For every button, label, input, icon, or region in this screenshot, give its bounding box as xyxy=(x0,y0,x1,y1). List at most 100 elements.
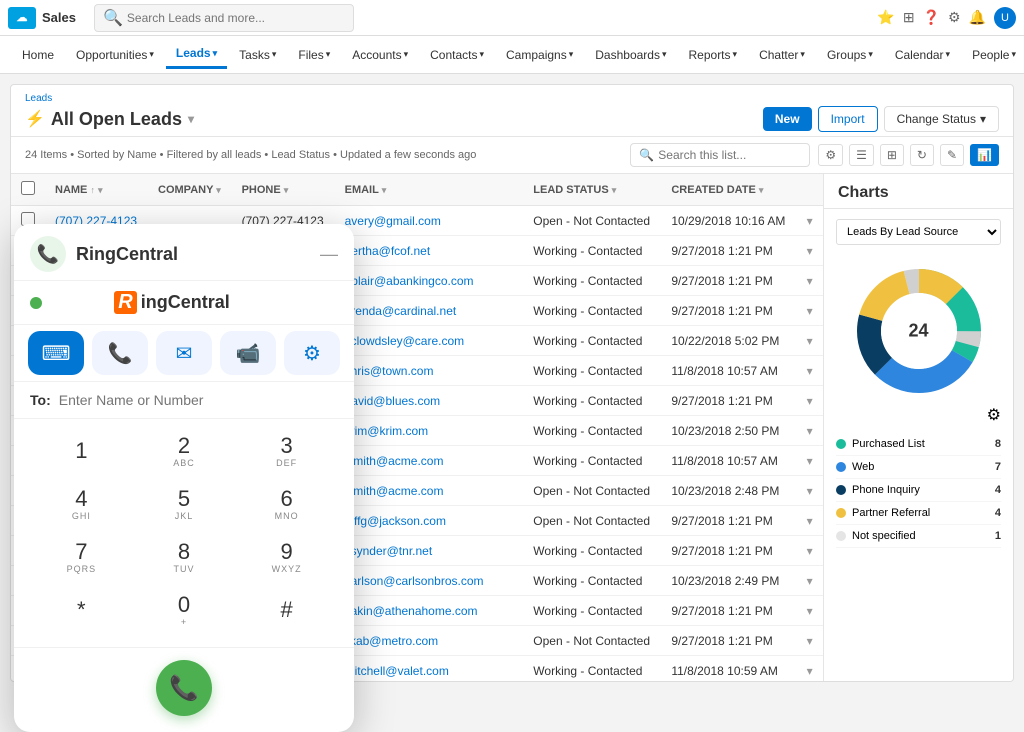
table-view-btn[interactable]: ☰ xyxy=(849,144,874,166)
rc-call-button[interactable]: 📞 xyxy=(92,331,148,375)
lead-email-link[interactable]: jsmith@acme.com xyxy=(345,484,444,498)
dialpad-key[interactable]: 3 DEF xyxy=(235,425,338,478)
dialpad-key[interactable]: 7 PQRS xyxy=(30,531,133,584)
nav-reports[interactable]: Reports ▾ xyxy=(679,42,748,68)
lead-email-link[interactable]: david@blues.com xyxy=(345,394,441,408)
nav-home[interactable]: Home xyxy=(12,42,64,68)
dialpad-key[interactable]: * xyxy=(30,584,133,637)
avatar[interactable]: U xyxy=(994,7,1016,29)
help-icon[interactable]: ❓ xyxy=(923,9,940,26)
nav-campaigns[interactable]: Campaigns ▾ xyxy=(496,42,583,68)
chart-settings[interactable]: ⚙ xyxy=(836,405,1001,425)
row-menu[interactable]: ▾ xyxy=(797,206,823,236)
rc-dialpad-button[interactable]: ⌨ xyxy=(28,331,84,375)
settings-icon[interactable]: ⚙ xyxy=(987,407,1001,424)
col-email[interactable]: EMAIL ▾ xyxy=(335,174,524,206)
chart-legend: Purchased List 8 Web 7 Phone Inquiry 4 P… xyxy=(836,433,1001,548)
chart-btn[interactable]: 📊 xyxy=(970,144,999,166)
row-menu[interactable]: ▾ xyxy=(797,506,823,536)
rc-to-input[interactable] xyxy=(59,392,338,408)
nav-opportunities[interactable]: Opportunities ▾ xyxy=(66,42,164,68)
lead-email-link[interactable]: carlson@carlsonbros.com xyxy=(345,574,484,588)
lead-email-link[interactable]: avery@gmail.com xyxy=(345,214,441,228)
nav-files[interactable]: Files ▾ xyxy=(288,42,340,68)
list-search-input[interactable] xyxy=(658,148,801,162)
nav-groups[interactable]: Groups ▾ xyxy=(817,42,883,68)
row-menu[interactable]: ▾ xyxy=(797,266,823,296)
lead-email-link[interactable]: mitchell@valet.com xyxy=(345,664,449,678)
lead-email-link[interactable]: jeffg@jackson.com xyxy=(345,514,446,528)
nav-tasks[interactable]: Tasks ▾ xyxy=(229,42,286,68)
nav-chatter[interactable]: Chatter ▾ xyxy=(749,42,815,68)
nav-people[interactable]: People ▾ xyxy=(962,42,1024,68)
dialpad-key[interactable]: 5 JKL xyxy=(133,478,236,531)
search-input[interactable] xyxy=(127,11,345,25)
global-search[interactable]: 🔍 xyxy=(94,4,354,32)
lead-email-link[interactable]: likab@metro.com xyxy=(345,634,439,648)
dialpad-key[interactable]: 6 MNO xyxy=(235,478,338,531)
rc-minimize-button[interactable]: — xyxy=(320,244,338,265)
row-menu[interactable]: ▾ xyxy=(797,596,823,626)
lead-email-link[interactable]: kakin@athenahome.com xyxy=(345,604,478,618)
dialpad-key[interactable]: 0 + xyxy=(133,584,236,637)
nav-accounts[interactable]: Accounts ▾ xyxy=(342,42,418,68)
title-dropdown-icon[interactable]: ▾ xyxy=(188,112,194,126)
col-name[interactable]: NAME ↑ ▾ xyxy=(45,174,148,206)
row-status: Working - Contacted xyxy=(523,446,661,476)
row-menu[interactable]: ▾ xyxy=(797,446,823,476)
row-menu[interactable]: ▾ xyxy=(797,536,823,566)
kanban-view-btn[interactable]: ⊞ xyxy=(880,144,904,166)
lead-email-link[interactable]: jsmith@acme.com xyxy=(345,454,444,468)
list-search[interactable]: 🔍 xyxy=(630,143,810,167)
lead-email-link[interactable]: ksynder@tnr.net xyxy=(345,544,433,558)
lead-email-link[interactable]: bblair@abankingco.com xyxy=(345,274,474,288)
select-all-checkbox[interactable] xyxy=(21,181,35,195)
row-menu[interactable]: ▾ xyxy=(797,386,823,416)
nav-contacts[interactable]: Contacts ▾ xyxy=(420,42,494,68)
star-icon[interactable]: ⭐ xyxy=(877,9,894,26)
row-menu[interactable]: ▾ xyxy=(797,656,823,682)
nav-calendar[interactable]: Calendar ▾ xyxy=(885,42,960,68)
lead-email-link[interactable]: krim@krim.com xyxy=(345,424,429,438)
change-status-button[interactable]: Change Status ▾ xyxy=(884,106,999,132)
grid-icon[interactable]: ⊞ xyxy=(903,9,915,26)
bell-icon[interactable]: 🔔 xyxy=(969,9,986,26)
nav-dashboards[interactable]: Dashboards ▾ xyxy=(585,42,676,68)
refresh-btn[interactable]: ↻ xyxy=(910,144,934,166)
row-menu[interactable]: ▾ xyxy=(797,416,823,446)
col-company[interactable]: COMPANY ▾ xyxy=(148,174,232,206)
chart-type-select[interactable]: Leads By Lead Source xyxy=(836,219,1001,245)
row-menu[interactable]: ▾ xyxy=(797,476,823,506)
dialpad-key[interactable]: 8 TUV xyxy=(133,531,236,584)
lead-email-link[interactable]: cclowdsley@care.com xyxy=(345,334,465,348)
import-button[interactable]: Import xyxy=(818,106,878,132)
new-button[interactable]: New xyxy=(763,107,812,131)
row-menu[interactable]: ▾ xyxy=(797,566,823,596)
dialpad-key[interactable]: 4 GHI xyxy=(30,478,133,531)
row-menu[interactable]: ▾ xyxy=(797,326,823,356)
col-lead-status[interactable]: LEAD STATUS ▾ xyxy=(523,174,661,206)
row-menu[interactable]: ▾ xyxy=(797,356,823,386)
rc-settings-button[interactable]: ⚙ xyxy=(284,331,340,375)
dialpad-key[interactable]: 9 WXYZ xyxy=(235,531,338,584)
rc-video-button[interactable]: 📹 xyxy=(220,331,276,375)
nav-leads[interactable]: Leads ▾ xyxy=(166,40,227,69)
edit-btn[interactable]: ✎ xyxy=(940,144,964,166)
rc-green-call-button[interactable]: 📞 xyxy=(156,660,212,716)
dialpad-key[interactable]: 2 ABC xyxy=(133,425,236,478)
row-menu[interactable]: ▾ xyxy=(797,626,823,656)
lead-email-link[interactable]: chris@town.com xyxy=(345,364,434,378)
setup-icon[interactable]: ⚙ xyxy=(948,9,961,26)
col-created-date[interactable]: CREATED DATE ▾ xyxy=(661,174,796,206)
legend-label: Web xyxy=(836,461,874,473)
col-phone[interactable]: PHONE ▾ xyxy=(232,174,335,206)
dialpad-key[interactable]: 1 xyxy=(30,425,133,478)
row-menu[interactable]: ▾ xyxy=(797,296,823,326)
row-menu[interactable]: ▾ xyxy=(797,236,823,266)
settings-icon-btn[interactable]: ⚙ xyxy=(818,144,843,166)
lead-email-link[interactable]: bertha@fcof.net xyxy=(345,244,431,258)
lead-email-link[interactable]: brenda@cardinal.net xyxy=(345,304,457,318)
dialpad-key[interactable]: # xyxy=(235,584,338,637)
row-email: brenda@cardinal.net xyxy=(335,296,524,326)
rc-message-button[interactable]: ✉ xyxy=(156,331,212,375)
